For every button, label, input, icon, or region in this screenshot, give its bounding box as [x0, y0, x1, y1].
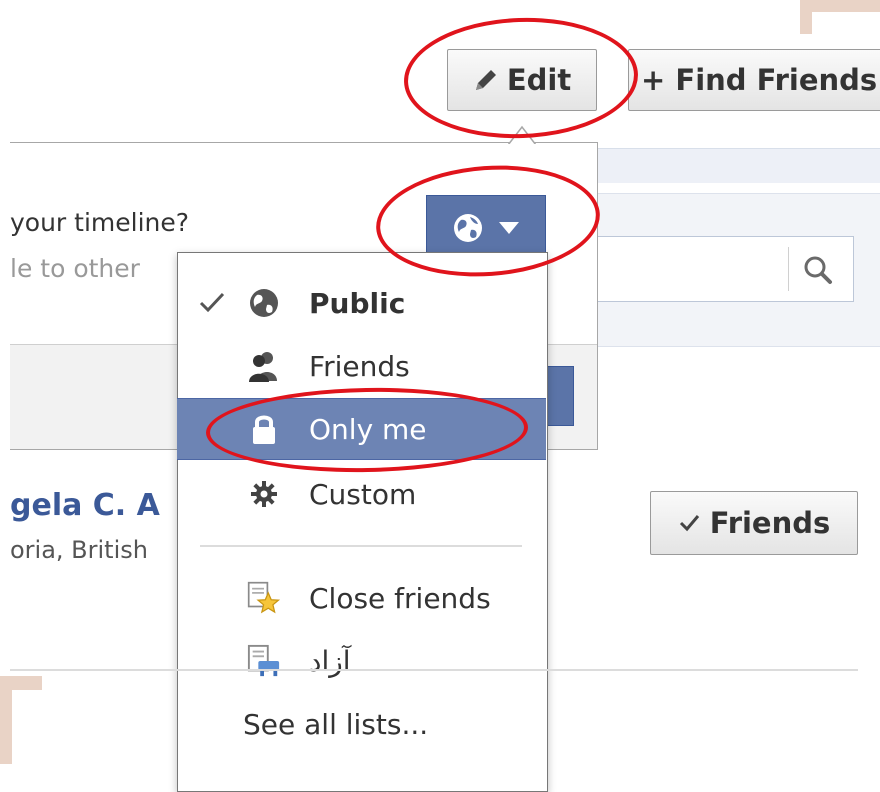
timeline-header-strip: [597, 148, 880, 183]
find-friends-label: + Find Friends: [641, 63, 878, 97]
menu-item-custom[interactable]: Custom: [177, 466, 546, 522]
menu-item-close-friends[interactable]: Close friends: [177, 568, 546, 628]
find-friends-button[interactable]: + Find Friends: [628, 49, 880, 111]
menu-item-azad-list[interactable]: آزاد: [177, 632, 546, 690]
decorative-corner-bottom-left-inner: [12, 690, 72, 770]
decorative-corner-top-right-inner: [812, 12, 880, 52]
profile-location: oria, British: [10, 536, 148, 564]
content-separator: [10, 669, 858, 671]
search-icon[interactable]: [802, 254, 834, 286]
profile-name[interactable]: gela C. A: [10, 488, 178, 523]
panel-question-text: your timeline?: [10, 208, 190, 237]
friends-icon: [247, 349, 281, 383]
menu-item-label: Close friends: [309, 581, 491, 615]
menu-item-label: See all lists...: [243, 707, 429, 741]
menu-item-see-all-lists[interactable]: See all lists...: [177, 696, 546, 752]
menu-item-friends[interactable]: Friends: [177, 338, 546, 394]
friends-button[interactable]: Friends: [650, 491, 858, 555]
friends-button-label: Friends: [709, 506, 831, 540]
menu-separator: [200, 545, 522, 547]
gear-icon: [247, 477, 281, 511]
checkmark-icon: [679, 515, 699, 532]
annotation-circle-edit: [401, 13, 641, 143]
menu-item-label: Friends: [309, 349, 410, 383]
panel-hint-text: le to other: [10, 254, 140, 283]
globe-icon: [247, 286, 281, 320]
list-icon: [247, 644, 281, 678]
star-list-icon: [247, 581, 281, 615]
menu-item-public[interactable]: Public: [177, 276, 546, 330]
checkmark-icon: [199, 292, 225, 313]
menu-item-label: Public: [309, 286, 406, 320]
search-divider: [788, 247, 789, 291]
menu-item-label: Custom: [309, 477, 417, 511]
menu-item-label: آزاد: [309, 644, 351, 678]
